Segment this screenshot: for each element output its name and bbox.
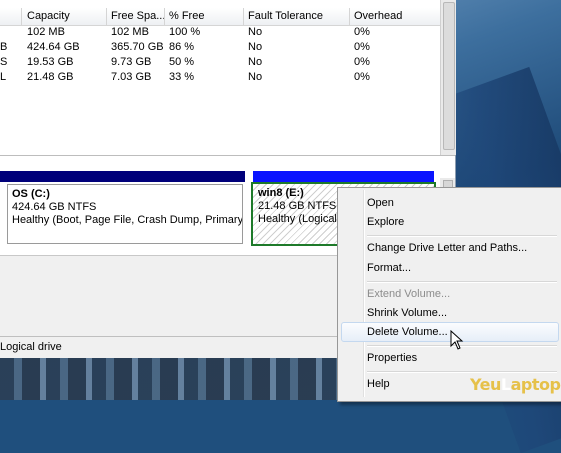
percent-free-cell: 50 % xyxy=(169,56,195,68)
row-prefix: S xyxy=(0,56,8,68)
table-row[interactable]: L 21.48 GB 7.03 GB 33 % No 0% xyxy=(0,70,440,85)
primary-partition-bar xyxy=(0,171,245,182)
legend-logical-drive: Logical drive xyxy=(0,341,62,353)
menu-gutter xyxy=(363,190,365,397)
watermark-brand: YeuLaptop xyxy=(470,375,561,394)
table-row[interactable]: S 19.53 GB 9.73 GB 50 % No 0% xyxy=(0,55,440,70)
free-space-cell: 365.70 GB xyxy=(111,41,164,53)
menu-item-format[interactable]: Format... xyxy=(367,259,411,277)
free-space-cell: 7.03 GB xyxy=(111,71,152,83)
menu-item-help[interactable]: Help xyxy=(367,375,390,393)
free-space-cell: 102 MB xyxy=(111,26,149,38)
column-header-free-space[interactable]: Free Spa... xyxy=(106,8,165,25)
menu-item-properties[interactable]: Properties xyxy=(367,349,417,367)
fault-tolerance-cell: No xyxy=(248,26,263,38)
menu-separator xyxy=(367,235,557,237)
fault-tolerance-cell: No xyxy=(248,56,263,68)
menu-separator xyxy=(367,371,557,373)
table-row[interactable]: 102 MB 102 MB 100 % No 0% xyxy=(0,25,440,40)
capacity-cell: 424.64 GB xyxy=(27,41,80,53)
overhead-cell: 0% xyxy=(354,56,370,68)
logical-drive-bar xyxy=(253,171,434,182)
column-header-fault-tolerance[interactable]: Fault Tolerance xyxy=(243,8,350,25)
row-prefix: L xyxy=(0,71,7,83)
percent-free-cell: 100 % xyxy=(169,26,201,38)
watermark-logo: YeuLaptop xyxy=(470,375,561,397)
column-header-overhead[interactable]: Overhead xyxy=(349,8,441,25)
overhead-cell: 0% xyxy=(354,26,370,38)
column-header-layout[interactable] xyxy=(0,8,22,25)
percent-free-cell: 86 % xyxy=(169,41,195,53)
partition-c[interactable]: OS (C:) 424.64 GB NTFS Healthy (Boot, Pa… xyxy=(7,184,243,244)
menu-item-shrink-volume[interactable]: Shrink Volume... xyxy=(367,304,447,322)
volume-list-scrollbar[interactable] xyxy=(440,0,456,155)
overhead-cell: 0% xyxy=(354,71,370,83)
menu-separator xyxy=(367,281,557,283)
column-header-capacity[interactable]: Capacity xyxy=(22,8,107,25)
menu-item-delete-volume[interactable]: Delete Volume... xyxy=(367,323,448,341)
partition-c-size: 424.64 GB NTFS xyxy=(12,201,97,213)
volume-list: Capacity Free Spa... % Free Fault Tolera… xyxy=(0,0,441,155)
menu-item-change-drive-letter[interactable]: Change Drive Letter and Paths... xyxy=(367,239,527,257)
free-space-cell: 9.73 GB xyxy=(111,56,152,68)
row-prefix: B xyxy=(0,41,8,53)
volume-list-header: Capacity Free Spa... % Free Fault Tolera… xyxy=(0,8,441,26)
scrollbar-thumb[interactable] xyxy=(443,2,455,150)
fault-tolerance-cell: No xyxy=(248,71,263,83)
menu-item-explore[interactable]: Explore xyxy=(367,213,404,231)
volume-list-body: 102 MB 102 MB 100 % No 0% B 424.64 GB 36… xyxy=(0,25,440,85)
overhead-cell: 0% xyxy=(354,41,370,53)
partition-c-status: Healthy (Boot, Page File, Crash Dump, Pr… xyxy=(12,214,243,226)
table-row[interactable]: B 424.64 GB 365.70 GB 86 % No 0% xyxy=(0,40,440,55)
context-menu: Open Explore Change Drive Letter and Pat… xyxy=(337,187,561,402)
menu-item-extend-volume: Extend Volume... xyxy=(367,288,451,300)
column-header-percent-free[interactable]: % Free xyxy=(164,8,244,25)
fault-tolerance-cell: No xyxy=(248,41,263,53)
mouse-pointer-icon xyxy=(450,330,464,350)
capacity-cell: 102 MB xyxy=(27,26,65,38)
menu-item-open[interactable]: Open xyxy=(367,194,394,212)
percent-free-cell: 33 % xyxy=(169,71,195,83)
capacity-cell: 21.48 GB xyxy=(27,71,74,83)
partition-c-title: OS (C:) xyxy=(12,188,50,200)
capacity-cell: 19.53 GB xyxy=(27,56,74,68)
